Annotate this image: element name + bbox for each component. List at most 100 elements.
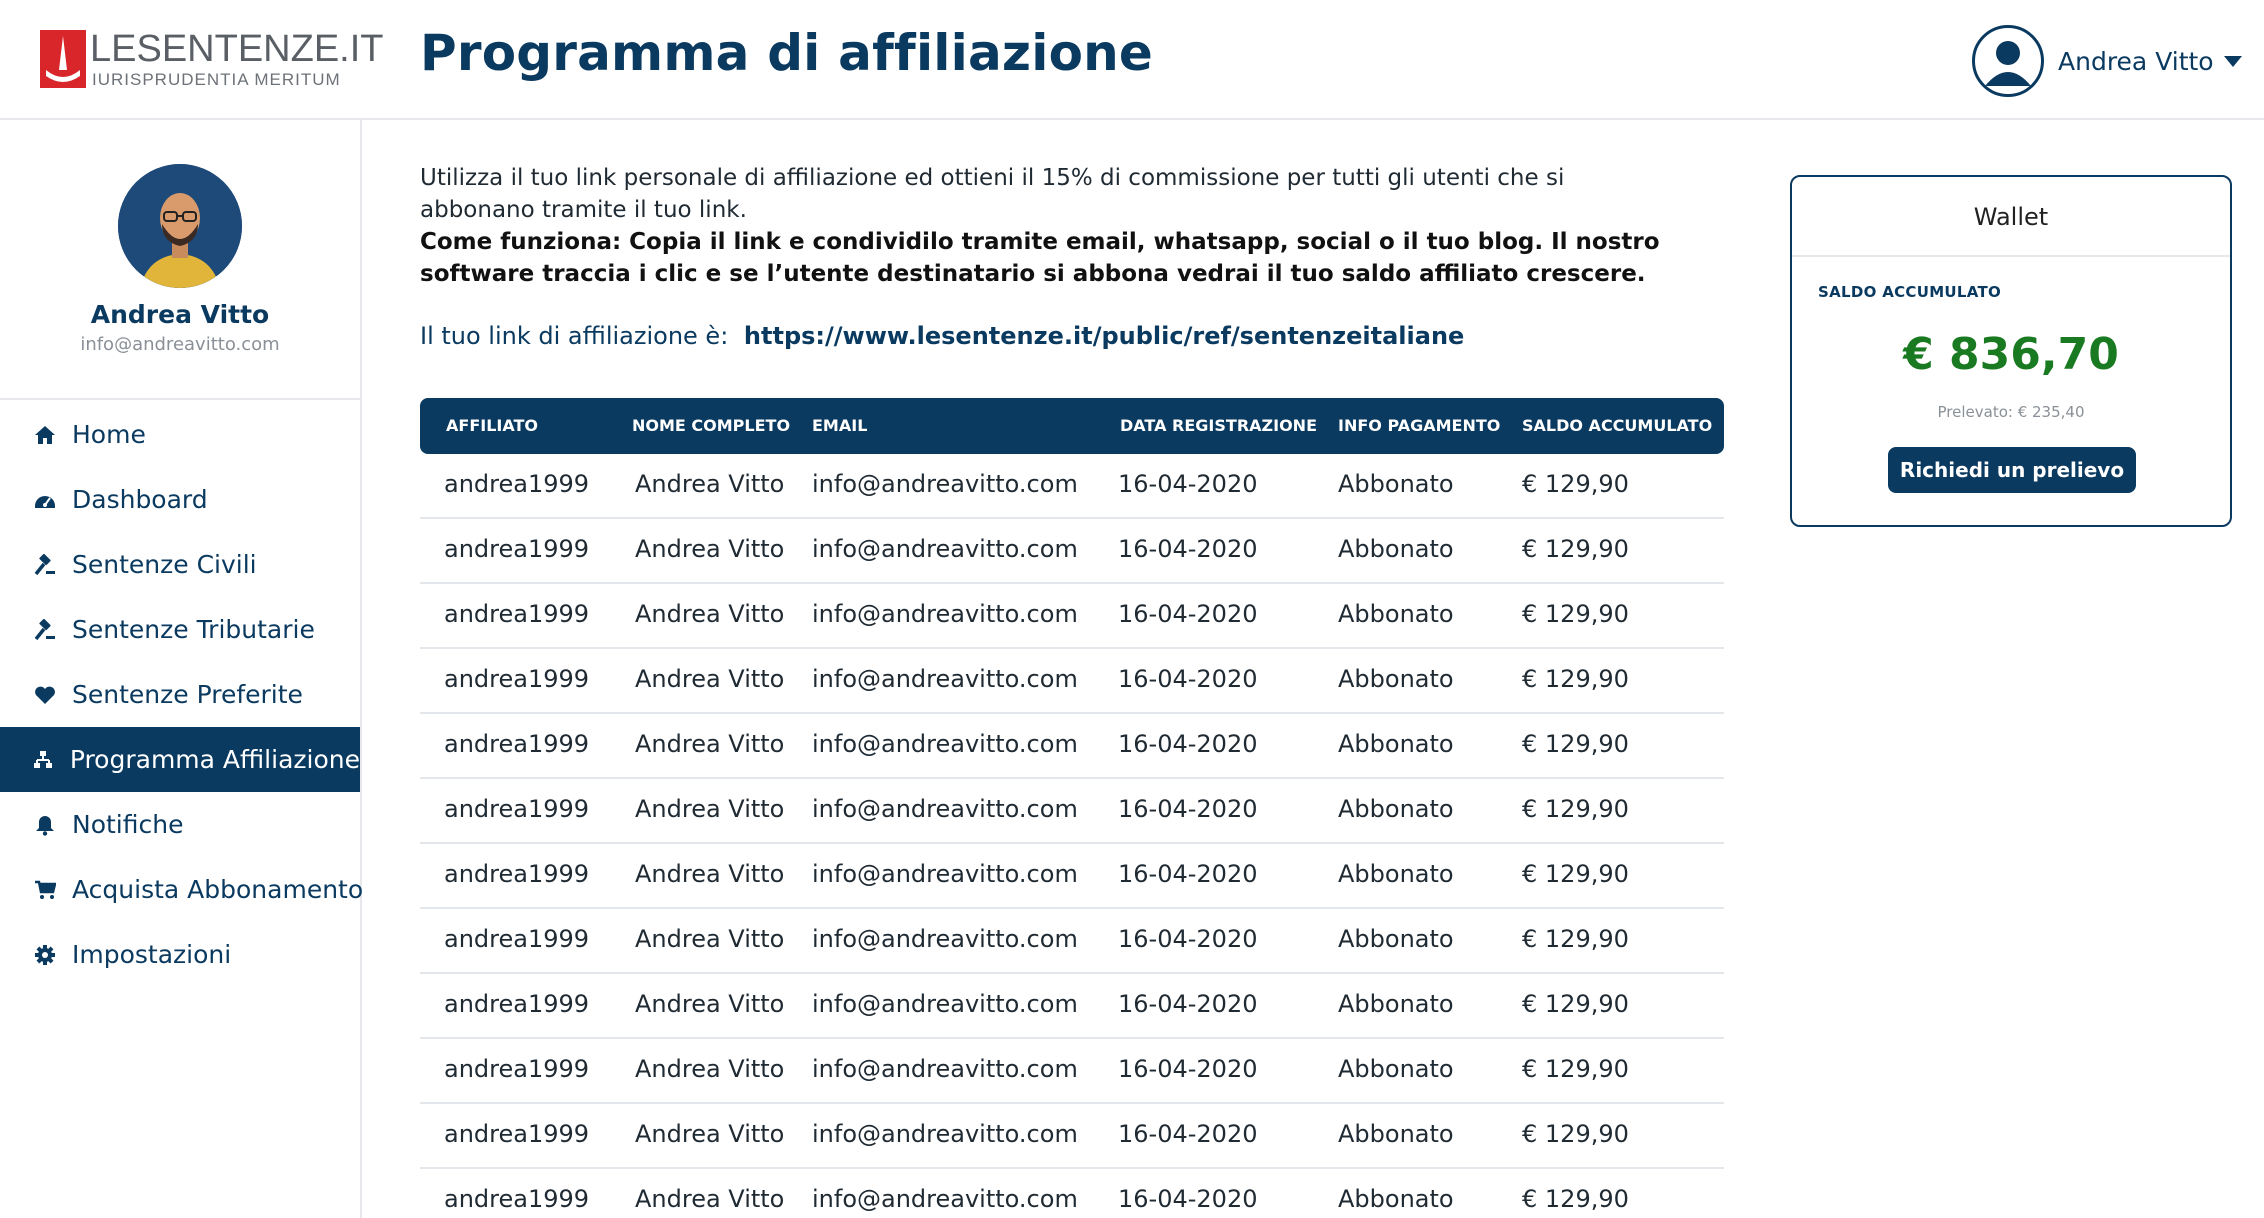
top-header: LESENTENZE.IT IURISPRUDENTIA MERITUM Pro… bbox=[0, 0, 2264, 120]
table-cell: andrea1999 bbox=[444, 730, 590, 758]
column-header[interactable]: DATA REGISTRAZIONE bbox=[1120, 416, 1317, 435]
dashboard-icon bbox=[34, 489, 56, 511]
sidebar-item-sentenze-civili[interactable]: Sentenze Civili bbox=[0, 532, 360, 597]
table-cell: Abbonato bbox=[1338, 1120, 1454, 1148]
table-cell: € 129,90 bbox=[1522, 990, 1629, 1018]
table-cell: 16-04-2020 bbox=[1118, 795, 1258, 823]
withdraw-button[interactable]: Richiedi un prelievo bbox=[1888, 447, 2136, 493]
wallet-card: Wallet SALDO ACCUMULATO € 836,70 Preleva… bbox=[1790, 175, 2232, 527]
table-row[interactable]: andrea1999 Andrea Vitto info@andreavitto.c… bbox=[420, 909, 1724, 974]
table-row[interactable]: andrea1999 Andrea Vitto info@andreavitto.c… bbox=[420, 779, 1724, 844]
table-cell: info@andreavitto.com bbox=[812, 730, 1078, 758]
table-cell: € 129,90 bbox=[1522, 925, 1629, 953]
bell-icon bbox=[34, 814, 56, 836]
table-cell: 16-04-2020 bbox=[1118, 535, 1258, 563]
affiliates-table: AFFILIATO NOME COMPLETO EMAIL DATA REGIS… bbox=[420, 398, 1724, 1218]
table-row[interactable]: andrea1999 Andrea Vitto info@andreavitto.c… bbox=[420, 1169, 1724, 1218]
table-header: AFFILIATO NOME COMPLETO EMAIL DATA REGIS… bbox=[420, 398, 1724, 454]
table-cell: € 129,90 bbox=[1522, 470, 1629, 498]
table-cell: Andrea Vitto bbox=[635, 860, 785, 888]
cart-icon bbox=[34, 879, 56, 901]
table-row[interactable]: andrea1999 Andrea Vitto info@andreavitto.c… bbox=[420, 844, 1724, 909]
wallet-title: Wallet bbox=[1792, 177, 2230, 257]
column-header[interactable]: AFFILIATO bbox=[446, 416, 538, 435]
sidebar-item-acquista-abbonamento[interactable]: Acquista Abbonamento bbox=[0, 857, 363, 922]
table-cell: andrea1999 bbox=[444, 665, 590, 693]
column-header[interactable]: NOME COMPLETO bbox=[632, 416, 790, 435]
sidebar-item-sentenze-tributarie[interactable]: Sentenze Tributarie bbox=[0, 597, 360, 662]
table-row[interactable]: andrea1999 Andrea Vitto info@andreavitto.c… bbox=[420, 1039, 1724, 1104]
table-row[interactable]: andrea1999 Andrea Vitto info@andreavitto.c… bbox=[420, 519, 1724, 584]
avatar bbox=[118, 164, 242, 288]
user-name: Andrea Vitto bbox=[2058, 46, 2214, 76]
table-cell: Abbonato bbox=[1338, 925, 1454, 953]
table-cell: info@andreavitto.com bbox=[812, 665, 1078, 693]
table-cell: Andrea Vitto bbox=[635, 600, 785, 628]
table-cell: info@andreavitto.com bbox=[812, 1120, 1078, 1148]
wallet-withdrawn: Prelevato: € 235,40 bbox=[1937, 403, 2085, 421]
table-cell: 16-04-2020 bbox=[1118, 470, 1258, 498]
sidebar-item-home[interactable]: Home bbox=[0, 402, 360, 467]
table-cell: € 129,90 bbox=[1522, 860, 1629, 888]
sidebar-item-notifiche[interactable]: Notifiche bbox=[0, 792, 360, 857]
table-cell: € 129,90 bbox=[1522, 1120, 1629, 1148]
table-row[interactable]: andrea1999 Andrea Vitto info@andreavitto.c… bbox=[420, 454, 1724, 519]
table-row[interactable]: andrea1999 Andrea Vitto info@andreavitto.c… bbox=[420, 584, 1724, 649]
table-cell: € 129,90 bbox=[1522, 665, 1629, 693]
sidebar-item-label: Sentenze Tributarie bbox=[72, 615, 315, 644]
table-cell: Abbonato bbox=[1338, 600, 1454, 628]
table-cell: Andrea Vitto bbox=[635, 535, 785, 563]
table-cell: Andrea Vitto bbox=[635, 795, 785, 823]
table-cell: 16-04-2020 bbox=[1118, 860, 1258, 888]
intro-text: Utilizza il tuo link personale di affili… bbox=[420, 165, 1565, 223]
sidebar-nav: Home Dashboard Sentenze Civili Sentenze … bbox=[0, 402, 363, 987]
table-cell: Abbonato bbox=[1338, 535, 1454, 563]
gavel-icon bbox=[34, 618, 56, 641]
referral-link[interactable]: https://www.lesentenze.it/public/ref/sen… bbox=[744, 322, 1464, 350]
sidebar-item-label: Dashboard bbox=[72, 485, 208, 514]
site-logo[interactable]: LESENTENZE.IT IURISPRUDENTIA MERITUM bbox=[40, 28, 384, 92]
table-cell: andrea1999 bbox=[444, 795, 590, 823]
table-cell: andrea1999 bbox=[444, 925, 590, 953]
column-header[interactable]: INFO PAGAMENTO bbox=[1338, 416, 1500, 435]
table-cell: andrea1999 bbox=[444, 470, 590, 498]
table-row[interactable]: andrea1999 Andrea Vitto info@andreavitto.c… bbox=[420, 974, 1724, 1039]
table-row[interactable]: andrea1999 Andrea Vitto info@andreavitto.c… bbox=[420, 649, 1724, 714]
sidebar-item-label: Programma Affiliazione bbox=[69, 745, 360, 774]
table-cell: info@andreavitto.com bbox=[812, 990, 1078, 1018]
gavel-icon bbox=[34, 553, 56, 576]
table-cell: info@andreavitto.com bbox=[812, 470, 1078, 498]
table-cell: andrea1999 bbox=[444, 535, 590, 563]
table-cell: 16-04-2020 bbox=[1118, 1120, 1258, 1148]
table-cell: andrea1999 bbox=[444, 1055, 590, 1083]
table-cell: info@andreavitto.com bbox=[812, 600, 1078, 628]
sidebar-item-sentenze-preferite[interactable]: Sentenze Preferite bbox=[0, 662, 360, 727]
wallet-balance-label: SALDO ACCUMULATO bbox=[1818, 283, 2002, 301]
table-row[interactable]: andrea1999 Andrea Vitto info@andreavitto.c… bbox=[420, 714, 1724, 779]
table-cell: 16-04-2020 bbox=[1118, 925, 1258, 953]
table-cell: Andrea Vitto bbox=[635, 730, 785, 758]
table-cell: andrea1999 bbox=[444, 860, 590, 888]
logo-mark-icon bbox=[40, 30, 86, 88]
table-cell: € 129,90 bbox=[1522, 1055, 1629, 1083]
sidebar-item-impostazioni[interactable]: Impostazioni bbox=[0, 922, 360, 987]
logo-name: LESENTENZE.IT bbox=[90, 28, 384, 70]
column-header[interactable]: EMAIL bbox=[812, 416, 867, 435]
table-body: andrea1999 Andrea Vitto info@andreavitto.c… bbox=[420, 454, 1724, 1218]
sidebar-item-dashboard[interactable]: Dashboard bbox=[0, 467, 360, 532]
table-cell: andrea1999 bbox=[444, 1185, 590, 1213]
table-cell: € 129,90 bbox=[1522, 535, 1629, 563]
table-cell: 16-04-2020 bbox=[1118, 600, 1258, 628]
table-cell: Abbonato bbox=[1338, 1055, 1454, 1083]
table-row[interactable]: andrea1999 Andrea Vitto info@andreavitto.c… bbox=[420, 1104, 1724, 1169]
table-cell: andrea1999 bbox=[444, 1120, 590, 1148]
table-cell: Abbonato bbox=[1338, 1185, 1454, 1213]
profile-email: info@andreavitto.com bbox=[80, 334, 280, 355]
table-cell: info@andreavitto.com bbox=[812, 795, 1078, 823]
column-header[interactable]: SALDO ACCUMULATO bbox=[1522, 416, 1712, 435]
user-menu[interactable]: Andrea Vitto bbox=[1972, 24, 2242, 98]
table-cell: 16-04-2020 bbox=[1118, 665, 1258, 693]
table-cell: Abbonato bbox=[1338, 665, 1454, 693]
sidebar-item-programma-affiliazione[interactable]: Programma Affiliazione bbox=[0, 727, 360, 792]
table-cell: Andrea Vitto bbox=[635, 990, 785, 1018]
